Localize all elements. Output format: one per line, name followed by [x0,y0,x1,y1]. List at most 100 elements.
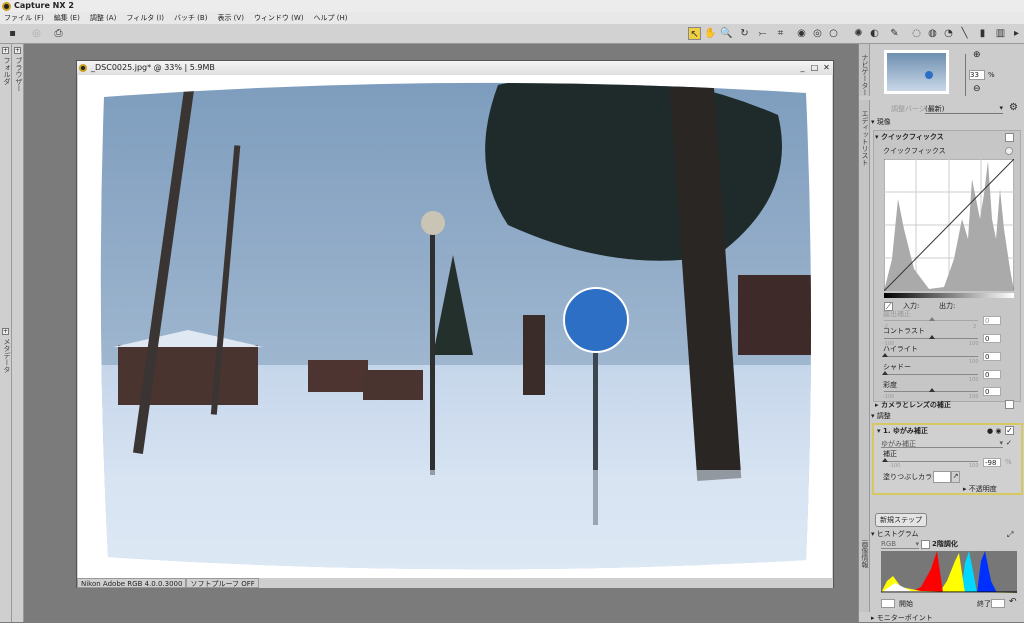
browse-icon[interactable]: ▪ [6,27,19,40]
retouch-brush-icon[interactable]: ✎ [888,27,901,40]
slider-value[interactable]: 0 [983,370,1001,379]
quick-fix-radio[interactable] [1005,147,1013,155]
menu-window[interactable]: ウィンドウ (W) [254,12,304,24]
more-tools-icon[interactable]: ▸ [1010,27,1023,40]
auto-retouch-icon[interactable]: ◌ [910,27,923,40]
slider-knob[interactable] [882,353,888,357]
selection-brush-icon[interactable]: ◔ [942,27,955,40]
quick-fix-header[interactable]: ▾ クイックフィックス [875,132,1024,142]
gradation-checkbox[interactable] [921,540,930,549]
step-enable-checkbox[interactable]: ✓ [1005,426,1014,435]
version-dropdown[interactable]: (最新) ▾ [925,104,1003,114]
slider-knob[interactable] [929,335,935,339]
start-input[interactable] [881,599,895,608]
color-control-point-icon[interactable]: ◐ [868,27,881,40]
expand-folders-icon[interactable]: + [2,47,9,54]
red-eye-tool-icon[interactable]: ✺ [852,27,865,40]
slider-track[interactable] [882,371,978,375]
amount-slider-knob[interactable] [882,458,888,462]
expand-browser-icon[interactable]: + [14,47,21,54]
expand-metadata-icon[interactable]: + [2,328,9,335]
zoom-in-icon[interactable]: ⊕ [973,50,981,60]
slider-track[interactable] [884,317,978,321]
image-info-tab[interactable]: 画像情報 [859,528,870,612]
amount-slider[interactable] [882,458,978,462]
step-options-icons[interactable]: ● ◉ [987,427,1001,435]
straighten-tool-icon[interactable]: ⤚ [756,27,769,40]
menu-file[interactable]: ファイル (F) [4,12,44,24]
maximize-button[interactable]: □ [810,63,819,72]
zoom-slider[interactable] [965,54,966,96]
slider-knob[interactable] [929,317,935,321]
step-type-check-icon[interactable]: ✓ [1006,439,1012,447]
version-value: (最新) [925,105,945,113]
soft-proof-dropdown[interactable]: ソフトプルーフ OFF [186,578,259,588]
white-control-point-icon[interactable]: ○ [827,27,840,40]
black-control-point-icon[interactable]: ◉ [795,27,808,40]
tab-browser[interactable]: ブラウザー [14,57,24,92]
opacity-toggle[interactable]: ▸ 不透明度 [963,484,1024,494]
lasso-icon[interactable]: ◍ [926,27,939,40]
new-step-button[interactable]: 新規ステップ [875,513,927,527]
hand-tool-icon[interactable]: ✋ [704,27,717,40]
fill-color-swatch[interactable] [933,471,951,483]
close-button[interactable]: ✕ [822,63,831,72]
end-input[interactable] [991,599,1005,608]
histogram-graph [881,551,1017,593]
minimize-button[interactable]: _ [798,63,807,72]
step-type-dropdown[interactable]: ゆがみ補正 ▾ [881,439,1003,448]
menu-batch[interactable]: バッチ (B) [174,12,208,24]
slider-value[interactable]: 0 [983,316,1001,325]
histogram-title: ヒストグラム [876,530,919,538]
image-canvas[interactable] [78,75,832,578]
adjust-section[interactable]: ▾ 調整 [871,411,1021,421]
slider-track[interactable] [884,388,978,392]
menu-filter[interactable]: フィルタ (I) [126,12,164,24]
slider-track[interactable] [884,335,978,339]
menu-edit[interactable]: 編集 (E) [54,12,80,24]
navigator-tab-label: ナビゲーター [861,54,869,96]
gradient-tool-icon[interactable]: ╲ [958,27,971,40]
step-header[interactable]: ▾ 1. ゆがみ補正 [877,426,1024,436]
slider-value[interactable]: 0 [983,387,1001,396]
tab-folders[interactable]: フォルダ [2,57,12,85]
slider-knob[interactable] [882,371,888,375]
eyedropper-icon[interactable]: ↗ [951,471,960,483]
menu-bar: ファイル (F) 編集 (E) 調整 (A) フィルタ (I) バッチ (B) … [0,12,1024,24]
crop-tool-icon[interactable]: ⌗ [774,27,787,40]
slider-value[interactable]: 0 [983,334,1001,343]
menu-view[interactable]: 表示 (V) [217,12,243,24]
menu-adjust[interactable]: 調整 (A) [90,12,116,24]
zoom-input[interactable]: 33 [969,70,985,80]
slider-value[interactable]: 0 [983,352,1001,361]
channel-dropdown[interactable]: RGB ▾ [881,540,919,549]
fill-tool-icon[interactable]: ▮ [976,27,989,40]
camera-lens-checkbox[interactable] [1005,400,1014,409]
amount-input[interactable]: -98 [983,458,1001,467]
print-icon[interactable]: ⎙ [52,27,65,40]
histogram-header[interactable]: ▾ ヒストグラム [871,529,1021,539]
menu-help[interactable]: ヘルプ (H) [314,12,348,24]
selection-mode-icon[interactable]: ▥ [994,27,1007,40]
slider-track[interactable] [882,353,978,357]
zoom-out-icon[interactable]: ⊖ [973,84,981,94]
rotate-tool-icon[interactable]: ↻ [738,27,751,40]
slider-knob[interactable] [929,388,935,392]
neutral-control-point-icon[interactable]: ◎ [811,27,824,40]
camera-icon[interactable]: ◎ [30,27,43,40]
reset-icon[interactable]: ↶ [1009,597,1017,607]
channel-value: RGB [881,540,897,548]
right-panel: ナビゲーター ⊕ ⊖ 33 % エディットリスト 調整バージョン (最新) ▾ ⚙… [858,44,1024,622]
curves-graph[interactable] [884,159,1014,291]
navigator-tab[interactable]: ナビゲーター [859,44,870,96]
direct-select-tool-icon[interactable]: ↖ [688,27,701,40]
camera-lens-section[interactable]: ▸ カメラとレンズの補正 [875,400,1024,410]
zoom-tool-icon[interactable]: 🔍 [720,27,733,40]
edit-list-tab[interactable]: エディットリスト [859,100,870,570]
settings-gear-icon[interactable]: ⚙ [1009,102,1018,113]
tab-metadata[interactable]: メタデータ [2,338,12,373]
slider-label: コントラスト [883,327,925,335]
navigator-thumbnail[interactable] [884,50,949,94]
develop-section[interactable]: ▾ 現像 [871,117,1021,127]
quick-fix-checkbox[interactable] [1005,133,1014,142]
